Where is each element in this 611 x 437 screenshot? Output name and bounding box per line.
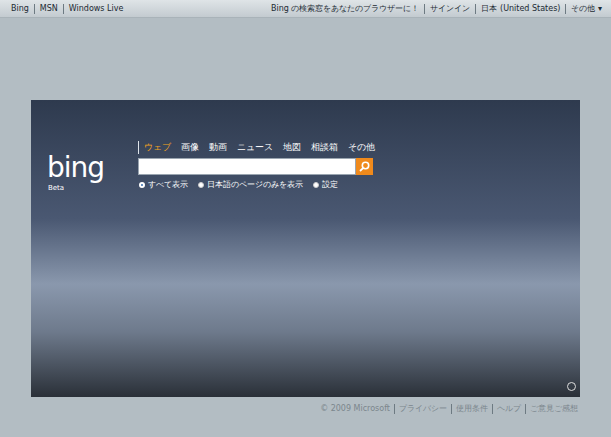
top-bar: BingMSNWindows Live Bing の検索窓をあなたのブラウザーに…	[0, 0, 611, 18]
footer-link[interactable]: プライバシー	[394, 404, 451, 414]
nav-tab[interactable]: 画像	[176, 141, 204, 154]
search-area: ウェブ画像動画ニュース地図相談箱その他 すべて表示日本語のページのみを表示 設定	[138, 141, 380, 190]
footer-link[interactable]: ヘルプ	[492, 404, 525, 414]
radio-icon	[139, 182, 145, 188]
nav-tab[interactable]: 地図	[278, 141, 306, 154]
copyright: © 2009 Microsoft	[316, 404, 394, 414]
nav-tab[interactable]: ウェブ	[138, 141, 176, 154]
dropdown-arrow-icon: ▾	[598, 4, 602, 13]
search-row	[138, 158, 380, 175]
top-link[interactable]: Windows Live	[63, 4, 129, 14]
top-link[interactable]: Bing	[6, 4, 34, 14]
top-link[interactable]: MSN	[34, 4, 63, 14]
beta-badge: Beta	[47, 184, 104, 192]
top-left-links: BingMSNWindows Live	[6, 4, 128, 14]
search-input[interactable]	[138, 158, 356, 175]
top-right-links: Bing の検索窓をあなたのブラウザーに！サインイン日本 (United Sta…	[266, 4, 607, 14]
page: BingMSNWindows Live Bing の検索窓をあなたのブラウザーに…	[0, 0, 611, 437]
nav-tab[interactable]: 動画	[204, 141, 232, 154]
top-link[interactable]: Bing の検索窓をあなたのブラウザーに！	[266, 4, 424, 14]
info-icon[interactable]	[567, 382, 576, 391]
background-photo: bing Beta ウェブ画像動画ニュース地図相談箱その他 すべて表示日本語のペ…	[31, 100, 580, 397]
settings-icon	[313, 182, 319, 188]
more-menu[interactable]: その他 ▾	[565, 4, 607, 14]
nav-tab[interactable]: その他	[343, 141, 380, 154]
nav-tab[interactable]: 相談箱	[306, 141, 343, 154]
search-button[interactable]	[356, 158, 373, 175]
scope-options: すべて表示日本語のページのみを表示 設定	[138, 179, 380, 190]
footer: © 2009 Microsoft プライバシー使用条件ヘルプご意見ご感想	[0, 397, 611, 414]
nav-tabs: ウェブ画像動画ニュース地図相談箱その他	[138, 141, 380, 154]
bing-logo[interactable]: bing Beta	[47, 152, 104, 192]
top-link[interactable]: 日本 (United States)	[475, 4, 565, 14]
footer-link[interactable]: ご意見ご感想	[525, 404, 582, 414]
scope-radio[interactable]: 日本語のページのみを表示	[198, 179, 303, 190]
footer-link[interactable]: 使用条件	[451, 404, 492, 414]
top-link[interactable]: サインイン	[424, 4, 475, 14]
settings-link[interactable]: 設定	[313, 179, 338, 190]
scope-radio[interactable]: すべて表示	[139, 179, 188, 190]
radio-icon	[198, 182, 204, 188]
nav-tab[interactable]: ニュース	[232, 141, 278, 154]
magnifier-icon	[359, 161, 370, 172]
